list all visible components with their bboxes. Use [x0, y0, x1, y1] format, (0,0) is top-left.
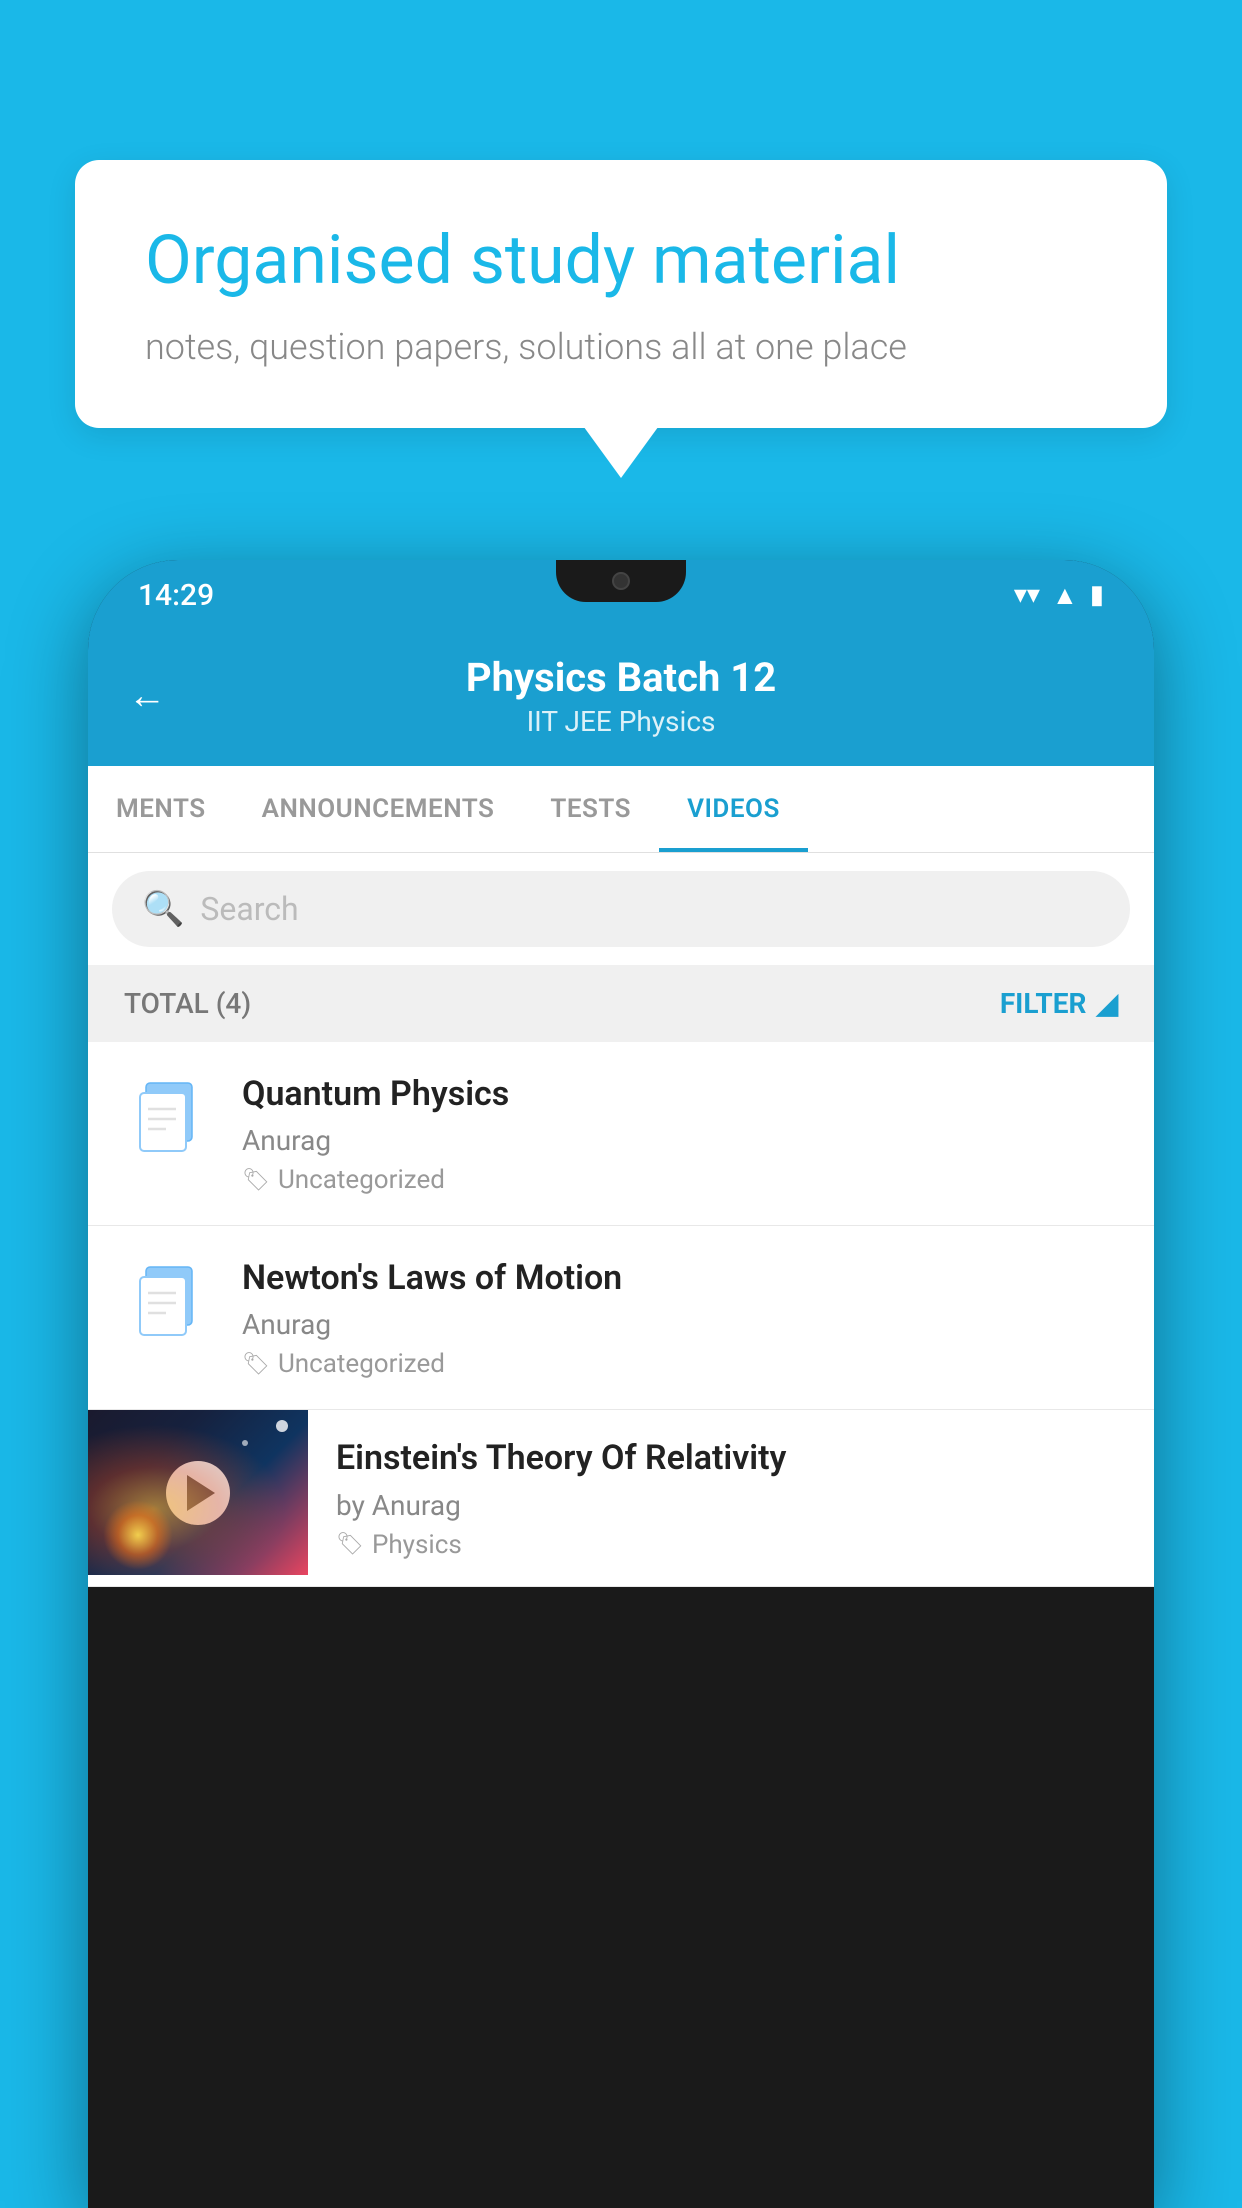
file-icon-2: [124, 1256, 214, 1346]
header-title: Physics Batch 12: [196, 654, 1046, 701]
filter-label: FILTER: [1000, 987, 1087, 1020]
total-count: TOTAL (4): [124, 987, 251, 1020]
back-button[interactable]: ←: [128, 674, 166, 718]
tag-icon-3: 🏷: [336, 1532, 364, 1557]
tag-label-2: Uncategorized: [278, 1349, 445, 1379]
video-title-3: Einstein's Theory Of Relativity: [336, 1436, 1126, 1480]
video-thumbnail-3: [88, 1410, 308, 1575]
video-author-1: Anurag: [242, 1124, 1118, 1157]
search-icon: 🔍: [142, 889, 184, 929]
tag-icon-1: 🏷: [242, 1168, 270, 1193]
status-time: 14:29: [138, 578, 214, 613]
battery-icon: ▮: [1090, 580, 1104, 610]
phone-frame: 14:29 ▾▾ ▲ ▮ ← Physics Batch 12 IIT JEE …: [88, 560, 1154, 2208]
list-item[interactable]: Einstein's Theory Of Relativity by Anura…: [88, 1410, 1154, 1586]
signal-icon: ▲: [1052, 580, 1078, 611]
video-info-3: Einstein's Theory Of Relativity by Anura…: [308, 1410, 1154, 1585]
front-camera: [612, 572, 630, 590]
search-bar[interactable]: 🔍 Search: [112, 871, 1130, 947]
video-tag-3: 🏷 Physics: [336, 1530, 1126, 1560]
speech-bubble: Organised study material notes, question…: [75, 160, 1167, 428]
video-info-2: Newton's Laws of Motion Anurag 🏷 Uncateg…: [242, 1256, 1118, 1379]
video-author-2: Anurag: [242, 1308, 1118, 1341]
video-title-2: Newton's Laws of Motion: [242, 1256, 1118, 1300]
bubble-subtitle: notes, question papers, solutions all at…: [145, 326, 1097, 368]
phone-notch: [556, 560, 686, 602]
search-bar-container: 🔍 Search: [88, 853, 1154, 965]
phone-inner: ← Physics Batch 12 IIT JEE Physics MENTS…: [88, 630, 1154, 2208]
wifi-icon: ▾▾: [1014, 580, 1040, 610]
tag-label-1: Uncategorized: [278, 1165, 445, 1195]
tab-ments[interactable]: MENTS: [88, 766, 234, 852]
tag-icon-2: 🏷: [242, 1352, 270, 1377]
list-item[interactable]: Newton's Laws of Motion Anurag 🏷 Uncateg…: [88, 1226, 1154, 1410]
list-item[interactable]: Quantum Physics Anurag 🏷 Uncategorized: [88, 1042, 1154, 1226]
bubble-title: Organised study material: [145, 220, 1097, 302]
tab-tests[interactable]: TESTS: [522, 766, 659, 852]
tag-label-3: Physics: [372, 1530, 462, 1560]
filter-bar: TOTAL (4) FILTER ◢: [88, 965, 1154, 1042]
phone-screen: 🔍 Search TOTAL (4) FILTER ◢: [88, 853, 1154, 1587]
video-info-1: Quantum Physics Anurag 🏷 Uncategorized: [242, 1072, 1118, 1195]
video-list: Quantum Physics Anurag 🏷 Uncategorized: [88, 1042, 1154, 1587]
app-header: ← Physics Batch 12 IIT JEE Physics: [88, 630, 1154, 766]
video-author-3: by Anurag: [336, 1489, 1126, 1522]
tab-videos[interactable]: VIDEOS: [659, 766, 808, 852]
filter-button[interactable]: FILTER ◢: [1000, 987, 1118, 1020]
tab-announcements[interactable]: ANNOUNCEMENTS: [234, 766, 523, 852]
header-center: Physics Batch 12 IIT JEE Physics: [196, 654, 1046, 738]
file-icon-1: [124, 1072, 214, 1162]
search-input[interactable]: Search: [200, 890, 298, 928]
header-subtitle: IIT JEE Physics: [196, 705, 1046, 738]
video-tag-2: 🏷 Uncategorized: [242, 1349, 1118, 1379]
filter-icon: ◢: [1096, 987, 1118, 1020]
video-tag-1: 🏷 Uncategorized: [242, 1165, 1118, 1195]
video-title-1: Quantum Physics: [242, 1072, 1118, 1116]
tabs-bar: MENTS ANNOUNCEMENTS TESTS VIDEOS: [88, 766, 1154, 853]
status-icons: ▾▾ ▲ ▮: [1014, 580, 1104, 611]
